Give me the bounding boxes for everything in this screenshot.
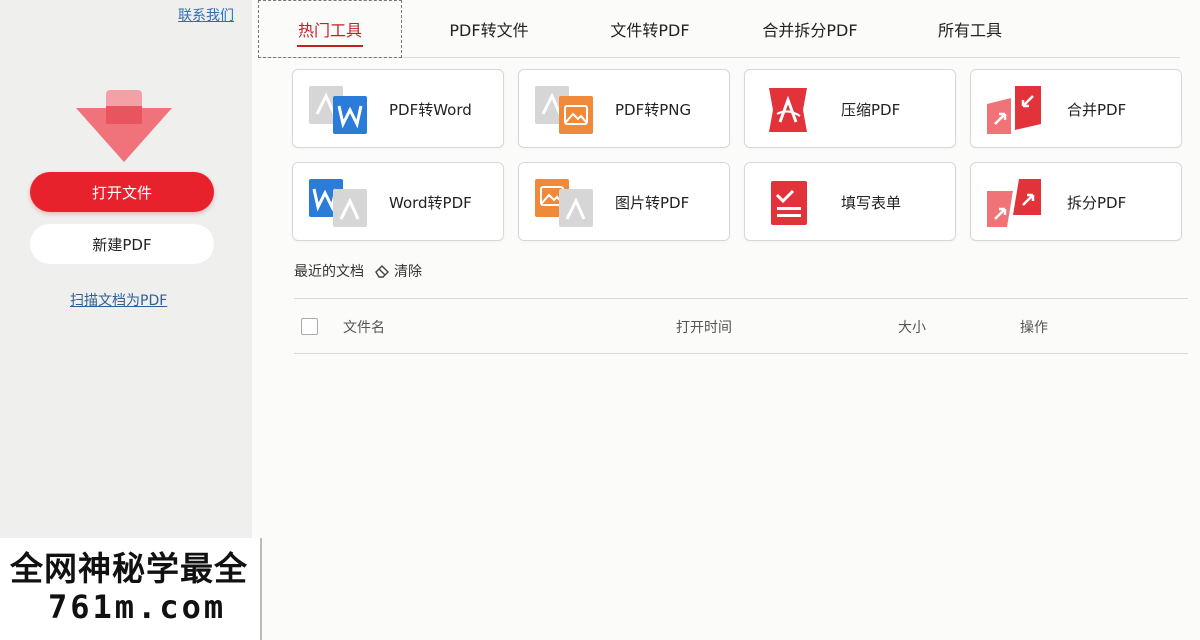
watermark-title: 全网神秘学最全: [10, 549, 248, 588]
open-file-button[interactable]: 打开文件: [30, 172, 214, 212]
compress-pdf-icon: [769, 88, 807, 132]
eraser-icon: [375, 265, 389, 278]
clear-label: 清除: [394, 264, 422, 280]
tab-merge-split-pdf[interactable]: 合并拆分PDF: [754, 0, 866, 58]
split-pdf-icon: [987, 179, 1041, 228]
pdf-app-window: 联系我们 打开文件 新建PDF 扫描文档为PDF 热门工具 PDF转文件 文件转…: [0, 0, 1200, 640]
tab-pdf-to-file[interactable]: PDF转文件: [436, 0, 542, 58]
tool-card-split-pdf[interactable]: 拆分PDF: [970, 162, 1182, 241]
tab-hot-tools[interactable]: 热门工具: [258, 0, 402, 58]
tool-label: PDF转PNG: [615, 101, 692, 119]
tab-file-to-pdf[interactable]: 文件转PDF: [598, 0, 702, 58]
tool-label: 合并PDF: [1067, 101, 1127, 119]
new-pdf-button[interactable]: 新建PDF: [30, 224, 214, 264]
merge-pdf-icon: [987, 86, 1041, 134]
tool-label: PDF转Word: [389, 101, 472, 119]
tool-card-compress-pdf[interactable]: 压缩PDF: [744, 69, 956, 148]
tool-label: 填写表单: [841, 194, 902, 212]
clear-recent-button[interactable]: 清除: [374, 261, 422, 281]
tab-all-tools[interactable]: 所有工具: [924, 0, 1016, 58]
tool-card-merge-pdf[interactable]: 合并PDF: [970, 69, 1182, 148]
tool-label: 图片转PDF: [615, 194, 690, 212]
tool-card-fill-form[interactable]: 填写表单: [744, 162, 956, 241]
fill-form-icon: [771, 181, 807, 225]
tool-card-pdf-to-word[interactable]: PDF转Word: [292, 69, 504, 148]
tool-tabs: 热门工具 PDF转文件 文件转PDF 合并拆分PDF 所有工具: [258, 0, 1180, 58]
column-open-time[interactable]: 打开时间: [676, 299, 732, 355]
recent-documents-header: 最近的文档 清除: [294, 260, 422, 282]
image-to-pdf-icon: [535, 179, 593, 227]
watermark: 全网神秘学最全 761m.com: [0, 538, 262, 640]
recent-documents-title: 最近的文档: [294, 264, 364, 280]
tool-card-word-to-pdf[interactable]: Word转PDF: [292, 162, 504, 241]
contact-us-link[interactable]: 联系我们: [178, 5, 234, 25]
download-arrow-icon: [76, 90, 172, 162]
tool-label: Word转PDF: [389, 194, 472, 212]
tool-card-pdf-to-png[interactable]: PDF转PNG: [518, 69, 730, 148]
watermark-url: 761m.com: [48, 588, 227, 626]
select-all-checkbox[interactable]: [301, 318, 318, 335]
tool-card-image-to-pdf[interactable]: 图片转PDF: [518, 162, 730, 241]
tool-grid: PDF转Word PDF转PNG 压缩PDF 合并PDF Word转PDF 图片…: [292, 69, 1188, 241]
pdf-to-png-icon: [535, 86, 593, 134]
word-to-pdf-icon: [309, 179, 367, 227]
tool-label: 压缩PDF: [841, 101, 901, 119]
pdf-to-word-icon: [309, 86, 367, 134]
column-file-name[interactable]: 文件名: [343, 299, 385, 355]
recent-table-header: 文件名 打开时间 大小 操作: [294, 298, 1188, 354]
scan-to-pdf-link[interactable]: 扫描文档为PDF: [70, 290, 167, 310]
column-size[interactable]: 大小: [898, 299, 926, 355]
column-actions: 操作: [1020, 320, 1048, 336]
tool-label: 拆分PDF: [1067, 194, 1127, 212]
